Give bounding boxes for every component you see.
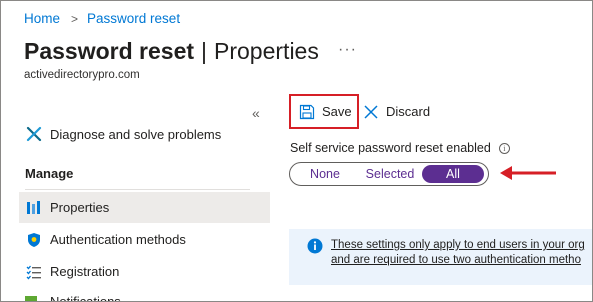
window-frame: Home > Password reset Password reset | P… [0,0,593,302]
info-icon[interactable]: i [498,142,510,154]
info-circle-icon [307,238,323,254]
sidebar-item-label: Diagnose and solve problems [50,126,222,142]
sspr-segmented-control: None Selected All [289,162,489,186]
red-arrow-annotation [500,166,556,180]
sidebar-item-label: Properties [50,200,110,215]
page-title: Password reset | Properties [24,38,319,65]
save-icon [299,104,315,120]
breadcrumb-separator: > [71,11,79,26]
breadcrumb-home-link[interactable]: Home [24,11,60,26]
sspr-option-all[interactable]: All [422,165,484,183]
wrench-cross-icon [25,125,43,143]
sidebar-item-notifications[interactable]: Notifications [50,294,121,301]
manage-section-heading: Manage [25,166,74,181]
more-options-button[interactable]: ··· [338,41,357,59]
page-title-sub: Properties [214,38,319,64]
info-message-bar: These settings only apply to end users i… [289,229,592,285]
save-button[interactable]: Save [289,94,359,129]
save-button-label: Save [322,104,352,119]
page-title-separator: | [201,38,208,64]
sspr-option-selected[interactable]: Selected [358,165,422,183]
info-message-link[interactable]: These settings only apply to end users i… [331,238,585,268]
sspr-label-text: Self service password reset enabled [290,141,491,155]
section-divider [25,189,250,190]
close-icon [363,104,379,120]
sidebar-item-authentication-methods[interactable]: Authentication methods [19,224,270,255]
collapse-sidebar-button[interactable]: « [252,105,260,121]
notifications-icon [25,296,37,301]
checklist-icon [25,263,43,281]
sidebar-item-label: Authentication methods [50,232,186,247]
sidebar-item-registration[interactable]: Registration [19,256,270,287]
properties-bars-icon [25,199,43,217]
discard-button[interactable]: Discard [363,94,430,129]
info-message-line: These settings only apply to end users i… [331,239,585,251]
info-message-line: and are required to use two authenticati… [331,254,581,266]
page-title-main: Password reset [24,38,195,64]
discard-button-label: Discard [386,104,431,119]
breadcrumb: Home > Password reset [24,11,180,26]
shield-icon [25,231,43,249]
breadcrumb-password-reset-link[interactable]: Password reset [87,11,180,26]
tenant-name: activedirectorypro.com [24,69,140,81]
sidebar-item-diagnose[interactable]: Diagnose and solve problems [25,125,221,143]
sidebar-item-properties[interactable]: Properties [19,192,270,223]
sidebar-item-label: Registration [50,264,120,279]
sspr-option-none[interactable]: None [292,165,358,183]
sspr-enabled-label: Self service password reset enabled i [290,141,510,155]
